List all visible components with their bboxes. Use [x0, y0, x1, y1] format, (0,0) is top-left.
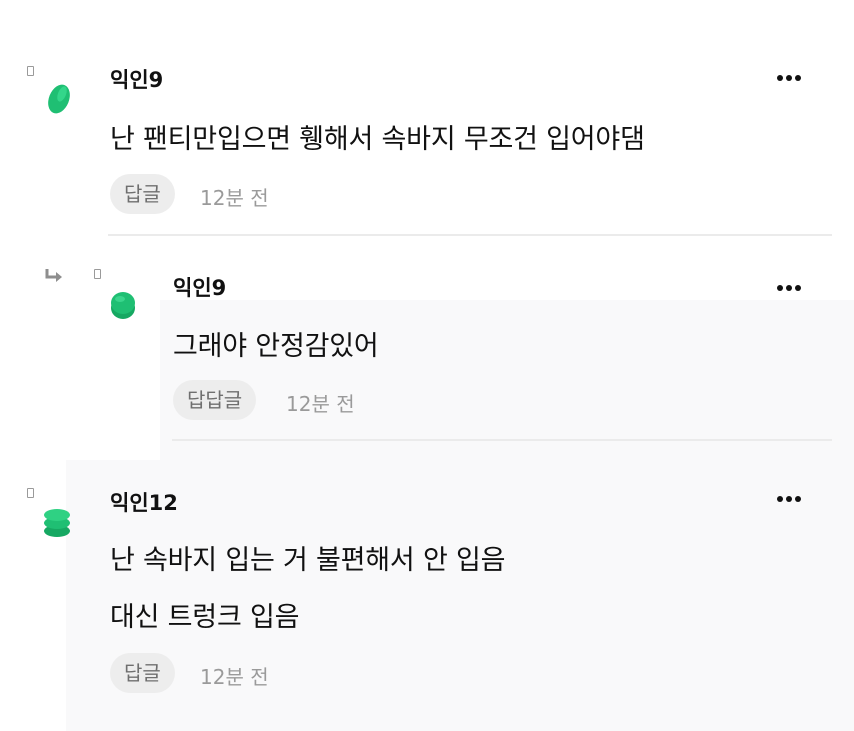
- comment-text: 대신 트렁크 입음: [110, 602, 300, 633]
- reply-button[interactable]: 답글: [110, 174, 175, 214]
- reply-comment: 익인9 그래야 안정감있어 답답글 12분 전: [0, 240, 854, 440]
- fold-marker-icon[interactable]: [94, 269, 101, 279]
- comment-text: 그래야 안정감있어: [173, 331, 379, 362]
- comment-thread: 익인9 난 팬티만입으면 휑해서 속바지 무조건 입어야댐 답글 12분 전 익…: [0, 0, 854, 731]
- comment-text: 난 팬티만입으면 휑해서 속바지 무조건 입어야댐: [110, 124, 645, 155]
- more-dots-icon[interactable]: [777, 276, 807, 291]
- avatar[interactable]: [42, 504, 72, 540]
- timestamp: 12분 전: [200, 665, 269, 689]
- avatar[interactable]: [108, 286, 138, 322]
- author-name[interactable]: 익인9: [110, 64, 163, 94]
- more-dots-icon[interactable]: [777, 487, 807, 502]
- comment: 익인12 난 속바지 입는 거 불편해서 안 입음 대신 트렁크 입음 답글 1…: [0, 440, 854, 731]
- reply-button[interactable]: 답글: [110, 653, 175, 693]
- reply-button[interactable]: 답답글: [173, 380, 257, 420]
- fold-marker-icon[interactable]: [27, 66, 34, 76]
- timestamp: 12분 전: [286, 392, 355, 416]
- author-name[interactable]: 익인12: [110, 487, 178, 517]
- avatar[interactable]: [44, 80, 74, 116]
- author-name[interactable]: 익인9: [173, 272, 226, 302]
- timestamp: 12분 전: [200, 186, 269, 210]
- comment-text: 난 속바지 입는 거 불편해서 안 입음: [110, 545, 506, 576]
- comment: 익인9 난 팬티만입으면 휑해서 속바지 무조건 입어야댐 답글 12분 전: [0, 0, 854, 240]
- more-dots-icon[interactable]: [777, 66, 807, 81]
- reply-arrow-icon: [45, 269, 62, 282]
- fold-marker-icon[interactable]: [27, 488, 34, 498]
- divider: [108, 234, 832, 236]
